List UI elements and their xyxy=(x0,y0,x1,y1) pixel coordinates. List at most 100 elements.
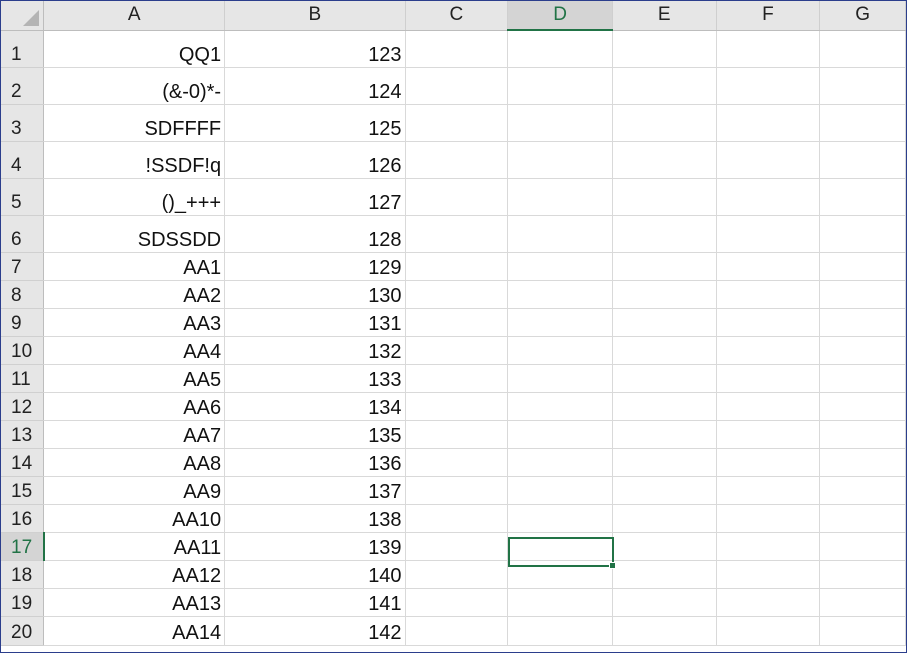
cell-g[interactable] xyxy=(819,448,906,477)
row-header[interactable]: 3 xyxy=(1,104,45,142)
row-header[interactable]: 8 xyxy=(1,280,45,309)
cell-e[interactable] xyxy=(612,392,717,421)
cell-f[interactable] xyxy=(716,448,821,477)
cell-f[interactable] xyxy=(716,215,821,253)
cell-a[interactable]: AA9 xyxy=(43,476,226,505)
cell-e[interactable] xyxy=(612,336,717,365)
cell-d[interactable] xyxy=(507,308,613,337)
cell-c[interactable] xyxy=(405,560,509,589)
cell-g[interactable] xyxy=(819,560,906,589)
cell-a[interactable]: AA14 xyxy=(43,616,226,646)
cell-a[interactable]: AA6 xyxy=(43,392,226,421)
cell-f[interactable] xyxy=(716,30,821,68)
cell-e[interactable] xyxy=(612,616,717,646)
cell-c[interactable] xyxy=(405,67,509,105)
cell-g[interactable] xyxy=(819,215,906,253)
cell-d[interactable] xyxy=(507,532,613,561)
cell-d[interactable] xyxy=(507,104,613,142)
cell-g[interactable] xyxy=(819,104,906,142)
cell-c[interactable] xyxy=(405,178,509,216)
cell-f[interactable] xyxy=(716,364,821,393)
cell-g[interactable] xyxy=(819,504,906,533)
cell-d[interactable] xyxy=(507,560,613,589)
cell-d[interactable] xyxy=(507,588,613,617)
cell-f[interactable] xyxy=(716,504,821,533)
cell-b[interactable]: 130 xyxy=(224,280,406,309)
cell-b[interactable]: 125 xyxy=(224,104,406,142)
cell-d[interactable] xyxy=(507,476,613,505)
cell-c[interactable] xyxy=(405,392,509,421)
cell-e[interactable] xyxy=(612,67,717,105)
cell-e[interactable] xyxy=(612,588,717,617)
cell-b[interactable]: 129 xyxy=(224,252,406,281)
cell-d[interactable] xyxy=(507,364,613,393)
cell-d[interactable] xyxy=(507,448,613,477)
cell-b[interactable]: 126 xyxy=(224,141,406,179)
cell-g[interactable] xyxy=(819,308,906,337)
cell-d[interactable] xyxy=(507,178,613,216)
cell-a[interactable]: AA2 xyxy=(43,280,226,309)
row-header[interactable]: 7 xyxy=(1,252,45,281)
cell-e[interactable] xyxy=(612,280,717,309)
cell-d[interactable] xyxy=(507,30,613,68)
cell-f[interactable] xyxy=(716,308,821,337)
cell-e[interactable] xyxy=(612,178,717,216)
row-header[interactable]: 14 xyxy=(1,448,45,477)
cell-d[interactable] xyxy=(507,67,613,105)
cell-c[interactable] xyxy=(405,504,509,533)
cell-e[interactable] xyxy=(612,252,717,281)
cell-a[interactable]: ()_+++ xyxy=(43,178,226,216)
cell-a[interactable]: AA10 xyxy=(43,504,226,533)
cell-c[interactable] xyxy=(405,336,509,365)
cell-g[interactable] xyxy=(819,420,906,449)
cell-c[interactable] xyxy=(405,616,509,646)
cell-a[interactable]: AA12 xyxy=(43,560,226,589)
cell-a[interactable]: AA1 xyxy=(43,252,226,281)
cell-f[interactable] xyxy=(716,280,821,309)
cell-e[interactable] xyxy=(612,364,717,393)
cell-c[interactable] xyxy=(405,141,509,179)
cell-b[interactable]: 132 xyxy=(224,336,406,365)
cell-a[interactable]: AA7 xyxy=(43,420,226,449)
row-header[interactable]: 6 xyxy=(1,215,45,253)
cell-c[interactable] xyxy=(405,280,509,309)
cell-d[interactable] xyxy=(507,336,613,365)
row-header[interactable]: 2 xyxy=(1,67,45,105)
cell-g[interactable] xyxy=(819,476,906,505)
cell-g[interactable] xyxy=(819,588,906,617)
cell-c[interactable] xyxy=(405,420,509,449)
row-header[interactable]: 17 xyxy=(1,532,45,561)
select-all-button[interactable] xyxy=(1,1,45,31)
row-header[interactable]: 20 xyxy=(1,616,45,646)
cell-e[interactable] xyxy=(612,560,717,589)
cell-a[interactable]: SDFFFF xyxy=(43,104,226,142)
cell-a[interactable]: AA8 xyxy=(43,448,226,477)
cell-d[interactable] xyxy=(507,215,613,253)
cell-a[interactable]: SDSSDD xyxy=(43,215,226,253)
cell-c[interactable] xyxy=(405,308,509,337)
cell-b[interactable]: 124 xyxy=(224,67,406,105)
column-header-b[interactable]: B xyxy=(224,1,406,31)
cell-f[interactable] xyxy=(716,560,821,589)
cell-g[interactable] xyxy=(819,67,906,105)
cell-a[interactable]: AA4 xyxy=(43,336,226,365)
cell-c[interactable] xyxy=(405,215,509,253)
cell-g[interactable] xyxy=(819,252,906,281)
cell-d[interactable] xyxy=(507,280,613,309)
cell-b[interactable]: 137 xyxy=(224,476,406,505)
row-header[interactable]: 15 xyxy=(1,476,45,505)
cell-f[interactable] xyxy=(716,532,821,561)
cell-f[interactable] xyxy=(716,420,821,449)
cell-b[interactable]: 142 xyxy=(224,616,406,646)
cell-f[interactable] xyxy=(716,616,821,646)
row-header[interactable]: 10 xyxy=(1,336,45,365)
cell-c[interactable] xyxy=(405,448,509,477)
cell-c[interactable] xyxy=(405,252,509,281)
cell-b[interactable]: 141 xyxy=(224,588,406,617)
cell-f[interactable] xyxy=(716,392,821,421)
row-header[interactable]: 1 xyxy=(1,30,45,68)
cell-g[interactable] xyxy=(819,141,906,179)
cell-g[interactable] xyxy=(819,364,906,393)
cell-f[interactable] xyxy=(716,67,821,105)
cell-a[interactable]: AA11 xyxy=(43,532,226,561)
